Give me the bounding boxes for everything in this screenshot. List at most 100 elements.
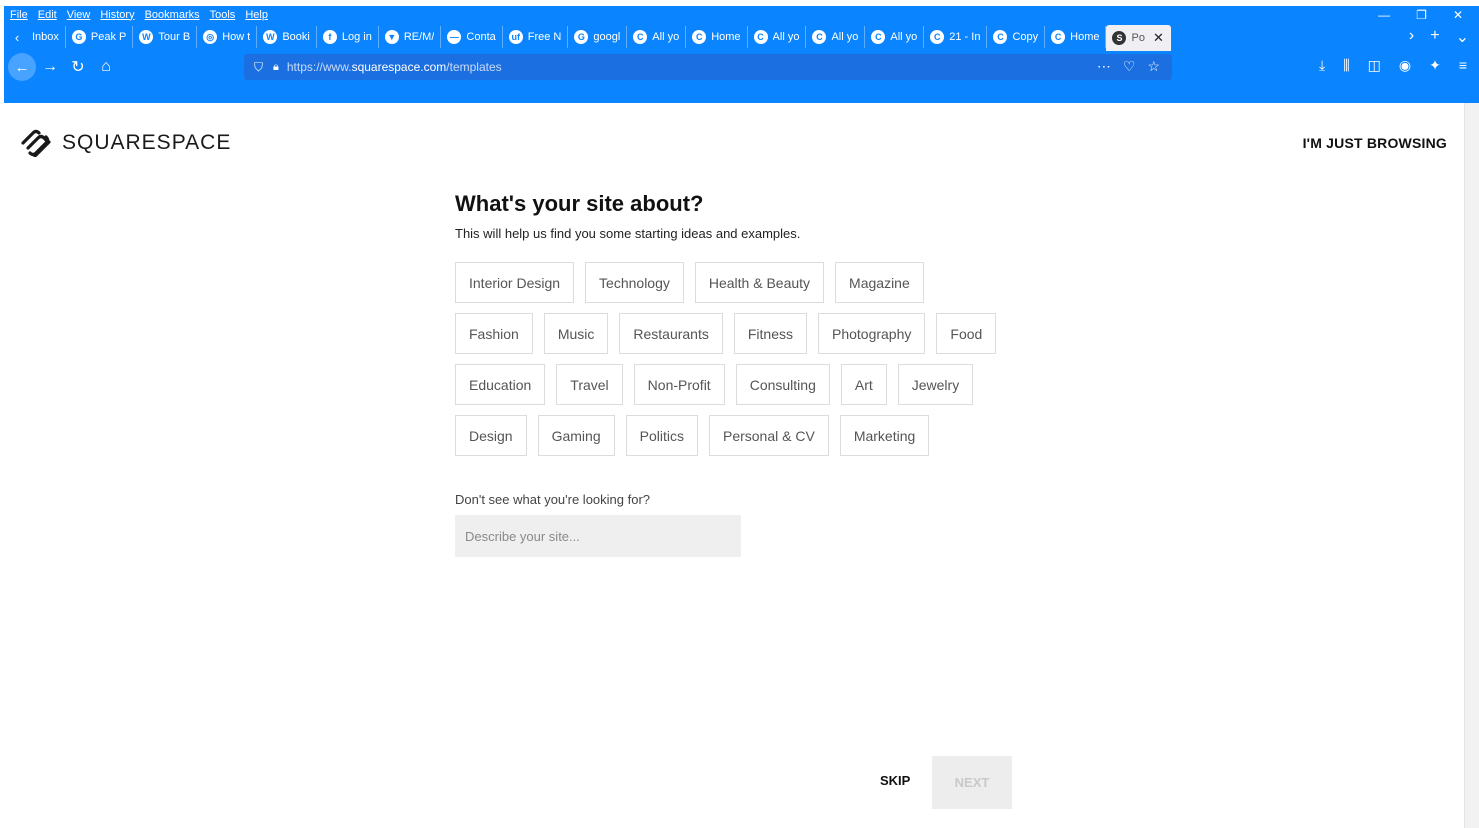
browser-tab[interactable]: ▼ RE/M/	[379, 26, 442, 48]
browser-tab[interactable]: C All yo	[627, 26, 687, 48]
tab-label: All yo	[772, 31, 800, 43]
reload-icon[interactable]: ↻	[64, 57, 92, 77]
tab-list-chevron-icon[interactable]: ⌄	[1456, 27, 1469, 47]
tab-label: Home	[711, 31, 741, 43]
topic-chip[interactable]: Photography	[817, 313, 926, 354]
bookmark-star-icon[interactable]: ☆	[1147, 58, 1160, 75]
topic-chip[interactable]: Art	[840, 364, 887, 405]
url-host: squarespace.com	[351, 60, 447, 74]
browser-tab[interactable]: C All yo	[865, 26, 925, 48]
topic-chip[interactable]: Politics	[625, 415, 698, 456]
browser-tab[interactable]: uf Free N	[503, 26, 569, 48]
close-tab-icon[interactable]: ✕	[1153, 30, 1164, 46]
tab-scroll-left-icon[interactable]: ‹	[8, 30, 26, 45]
topic-chip[interactable]: Education	[455, 364, 546, 405]
toolbar-icons: ⤓ ⫼ ◫ ◉ ✦ ≡	[1319, 57, 1467, 74]
more-actions-icon[interactable]: ⋯	[1097, 58, 1111, 75]
menu-file[interactable]: File	[10, 9, 28, 21]
next-button[interactable]: NEXT	[932, 756, 1012, 809]
topic-chip[interactable]: Marketing	[839, 415, 930, 456]
url-bar-actions: ⋯ ♡ ☆	[1097, 58, 1160, 75]
download-icon[interactable]: ⤓	[1319, 57, 1325, 74]
squarespace-logo-icon	[21, 129, 51, 157]
topic-chip[interactable]: Fashion	[455, 313, 533, 354]
tab-favicon-icon: C	[812, 30, 827, 44]
topic-chip[interactable]: Design	[455, 415, 527, 456]
topic-chip[interactable]: Interior Design	[455, 262, 575, 303]
tab-label: How t	[222, 31, 251, 43]
tab-favicon-icon: uf	[508, 30, 523, 44]
home-icon[interactable]: ⌂	[92, 58, 120, 76]
menu-tools[interactable]: Tools	[210, 9, 236, 21]
sidebar-icon[interactable]: ◫	[1368, 57, 1381, 74]
browser-tab[interactable]: Inbox	[26, 26, 66, 48]
browser-tab[interactable]: — Conta	[441, 26, 503, 48]
topic-chip[interactable]: Non-Profit	[633, 364, 725, 405]
tab-scroll-right-icon[interactable]: ›	[1409, 27, 1414, 47]
lock-icon[interactable]: 🔒︎	[273, 61, 279, 74]
squarespace-logo[interactable]: SQUARESPACE	[20, 129, 231, 157]
menu-edit[interactable]: Edit	[38, 9, 57, 21]
tab-favicon-icon: C	[692, 30, 707, 44]
menu-view[interactable]: View	[67, 9, 91, 21]
topic-chip[interactable]: Gaming	[537, 415, 615, 456]
minimize-icon[interactable]: —	[1378, 8, 1390, 22]
browser-tab[interactable]: Ggoogl	[568, 26, 628, 48]
topic-chip[interactable]: Magazine	[835, 262, 924, 303]
skip-button[interactable]: SKIP	[880, 773, 910, 788]
just-browsing-link[interactable]: I'M JUST BROWSING	[1303, 135, 1447, 151]
tab-favicon-icon: f	[322, 30, 337, 44]
topic-chip[interactable]: Jewelry	[897, 364, 974, 405]
browser-tab[interactable]: C Copy	[987, 26, 1046, 48]
account-icon[interactable]: ◉	[1399, 57, 1411, 74]
browser-tab[interactable]: C All yo	[806, 26, 866, 48]
tab-label: All yo	[890, 31, 918, 43]
page-subtitle: This will help us find you some starting…	[455, 226, 801, 241]
topic-chip[interactable]: Consulting	[735, 364, 830, 405]
url-path: /templates	[446, 60, 502, 74]
topic-chip[interactable]: Technology	[585, 262, 684, 303]
url-bar[interactable]: ⛉ 🔒︎ https://www. squarespace.com/templat…	[244, 54, 1172, 80]
back-button[interactable]: ←	[8, 53, 36, 81]
topic-chip[interactable]: Personal & CV	[708, 415, 829, 456]
browser-tab[interactable]: W Booki	[257, 26, 317, 48]
tab-label: All yo	[652, 31, 680, 43]
menu-icon[interactable]: ≡	[1459, 57, 1467, 74]
describe-site-input[interactable]	[455, 515, 741, 557]
tab-label: Peak P	[90, 31, 127, 43]
library-icon[interactable]: ⫼	[1343, 57, 1349, 74]
topic-chip[interactable]: Fitness	[733, 313, 807, 354]
browser-tab[interactable]: f Log in	[317, 26, 379, 48]
topic-chip[interactable]: Music	[543, 313, 609, 354]
topic-chip[interactable]: Food	[936, 313, 997, 354]
topic-chip[interactable]: Health & Beauty	[694, 262, 825, 303]
menu-help[interactable]: Help	[245, 9, 268, 21]
close-window-icon[interactable]: ✕	[1453, 8, 1463, 22]
pocket-icon[interactable]: ♡	[1123, 58, 1136, 75]
browser-tab[interactable]: C All yo	[748, 26, 807, 48]
browser-tab[interactable]: W Tour B	[133, 26, 198, 48]
tab-label: Copy	[1012, 31, 1039, 43]
browser-tab[interactable]: C Home	[686, 26, 748, 48]
browser-tab[interactable]: C 21 - In	[924, 26, 988, 48]
browser-tab[interactable]: ◎ How t	[197, 26, 258, 48]
nav-bar: ← → ↻ ⌂ ⛉ 🔒︎ https://www. squarespace.com…	[4, 51, 1479, 83]
menu-bookmarks[interactable]: Bookmarks	[145, 9, 200, 21]
tab-label: Tour B	[158, 31, 191, 43]
topic-chip[interactable]: Restaurants	[619, 313, 723, 354]
topic-chip[interactable]: Travel	[556, 364, 623, 405]
shield-icon[interactable]: ⛉	[254, 60, 263, 75]
new-tab-icon[interactable]: +	[1430, 27, 1439, 47]
tab-favicon-icon: G	[71, 30, 86, 44]
brand-name: SQUARESPACE	[62, 131, 232, 154]
browser-tab[interactable]: S Po ✕	[1106, 25, 1171, 51]
browser-tab[interactable]: G Peak P	[66, 26, 134, 48]
scrollbar[interactable]	[1464, 103, 1479, 828]
forward-icon[interactable]: →	[36, 58, 64, 76]
window-controls: — ❐ ✕	[1378, 8, 1463, 22]
restore-icon[interactable]: ❐	[1416, 8, 1427, 22]
browser-tab[interactable]: C Home	[1045, 26, 1107, 48]
extensions-icon[interactable]: ✦	[1429, 57, 1441, 74]
menu-history[interactable]: History	[100, 9, 134, 21]
menu-bar: File Edit View History Bookmarks Tools Help	[4, 6, 1479, 23]
